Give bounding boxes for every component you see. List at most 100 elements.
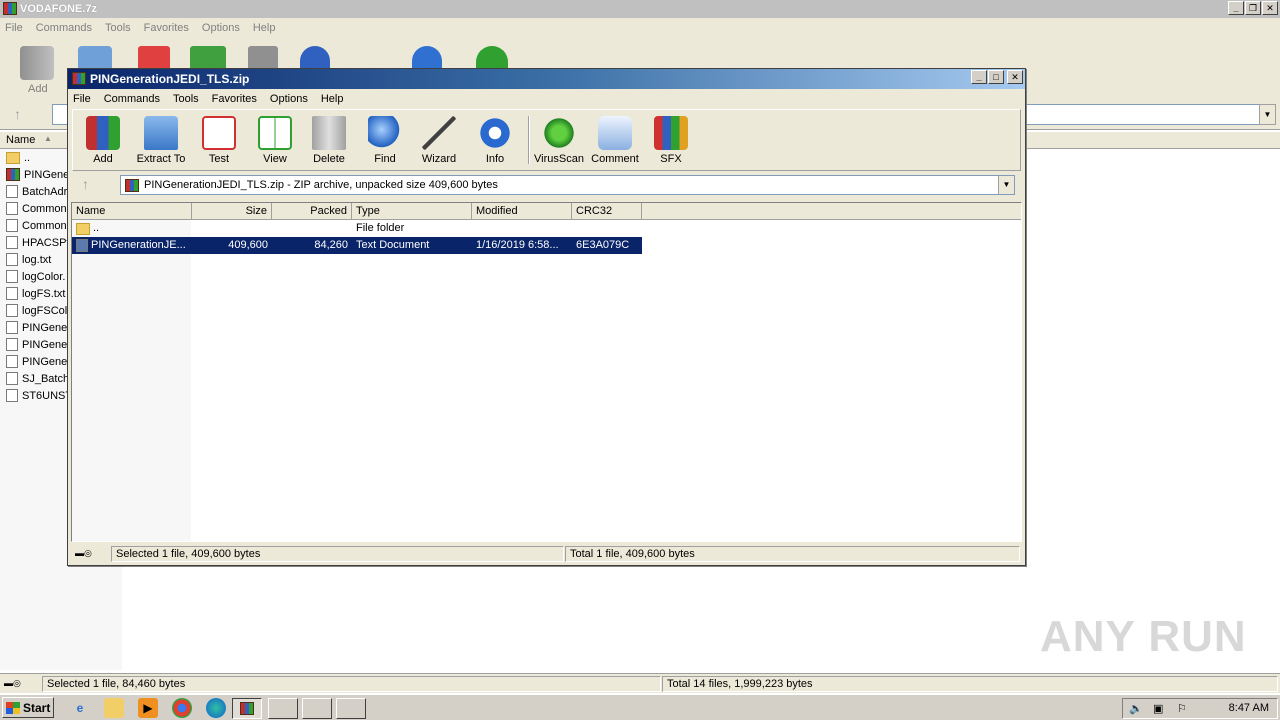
magnifier-icon[interactable] [300,46,330,68]
extract-folder-icon[interactable] [78,46,112,68]
clock[interactable]: 8:47 AM [1229,702,1269,714]
bg-file-row[interactable]: logFS.txt [6,285,65,302]
toolbar-sfx-button[interactable]: SFX [641,116,701,165]
background-window-titlebar[interactable]: VODAFONE.7z _ ❐ ✕ [0,0,1280,18]
bg-file-row[interactable]: logFSCol [6,302,67,319]
test-clipboard-icon[interactable] [138,46,170,68]
bg-menu-favorites[interactable]: Favorites [139,22,197,34]
close-button[interactable]: ✕ [1262,1,1278,15]
bg-file-row[interactable]: SJ_Batch [6,370,69,387]
toolbar-view-button[interactable]: View [245,116,305,165]
info-icon[interactable] [412,46,442,68]
taskbar-window-2[interactable] [302,698,332,719]
bg-file-row[interactable]: logColor. [6,268,65,285]
file-icon [6,355,18,368]
explorer-folder-icon[interactable] [104,698,124,718]
toolbar-wizard-button[interactable]: Wizard [409,116,469,165]
system-tray: 🔈 ▣ ⚐ 8:47 AM [1122,698,1278,719]
bg-file-row[interactable]: BatchAdr [6,183,67,200]
up-arrow-icon[interactable]: ↑ [14,106,21,122]
file-icon [6,270,18,283]
toolbar-info-button[interactable]: Info [465,116,525,165]
restore-button[interactable]: ❐ [1245,1,1261,15]
bg-file-row[interactable]: PINGene [6,166,69,183]
toolbar-delete-button[interactable]: Delete [299,116,359,165]
view-book-icon[interactable] [190,46,226,68]
bg-file-row[interactable]: log.txt [6,251,51,268]
column-header-type[interactable]: Type [352,203,472,220]
add-archive-icon[interactable] [20,46,54,80]
close-button[interactable]: ✕ [1007,70,1023,84]
taskbar-notepad[interactable] [336,698,366,719]
up-arrow-icon[interactable]: ↑ [82,176,89,192]
bg-file-row[interactable]: Common [6,217,67,234]
toolbar-add-button[interactable]: Add [73,116,133,165]
bg-menu-file[interactable]: File [0,22,31,34]
bg-file-row[interactable]: .. [6,149,30,166]
minimize-button[interactable]: _ [1228,1,1244,15]
menu-tools[interactable]: Tools [168,93,207,105]
menu-options[interactable]: Options [265,93,316,105]
virus-icon[interactable] [476,46,508,68]
menu-help[interactable]: Help [316,93,352,105]
toolbar-comment-button[interactable]: Comment [585,116,645,165]
bg-file-name: ST6UNST [22,389,73,402]
menu-commands[interactable]: Commands [99,93,168,105]
bg-file-name: SJ_Batch [22,372,70,385]
archive-toolbar: Add Extract To Test View Delete Find Wizard Inf… [72,109,1021,171]
column-header-size[interactable]: Size [192,203,272,220]
chevron-down-icon[interactable]: ▼ [998,176,1014,194]
media-player-icon[interactable]: ▶ [138,698,158,718]
bg-file-row[interactable]: HPACSPt [6,234,69,251]
bg-file-name: logFS.txt [22,287,66,300]
taskbar-winrar[interactable] [232,698,262,719]
bg-file-row[interactable]: Common [6,200,67,217]
network-icon[interactable]: ▣ [1153,702,1163,715]
volume-icon[interactable]: 🔈 [1129,702,1143,715]
flag-icon[interactable]: ⚐ [1177,702,1187,715]
name-column-bg [72,220,191,541]
bg-column-name[interactable]: Name [6,134,35,146]
column-header-crc32[interactable]: CRC32 [572,203,642,220]
toolbar-test-button[interactable]: Test [189,116,249,165]
cell-crc: 6E3A079C [576,239,630,251]
minimize-button[interactable]: _ [971,70,987,84]
chevron-down-icon[interactable]: ▼ [1259,104,1276,125]
toolbar-extract-to-button[interactable]: Extract To [131,116,191,165]
column-header-name[interactable]: Name [72,203,192,220]
bg-file-row[interactable]: PINGene [6,336,67,353]
start-button[interactable]: Start [2,697,54,718]
archive-address-bar: ↑ PINGenerationJEDI_TLS.zip - ZIP archiv… [72,173,1021,197]
bg-file-name: PINGene [22,338,68,351]
chrome-icon[interactable] [172,698,192,718]
windows-logo-icon [6,701,20,714]
column-header-packed[interactable]: Packed [272,203,352,220]
column-header-modified[interactable]: Modified [472,203,572,220]
bg-menu-commands[interactable]: Commands [31,22,100,34]
bg-file-row[interactable]: PINGene [6,319,67,336]
taskbar-window-1[interactable] [268,698,298,719]
trash-icon[interactable] [248,46,278,68]
bg-file-row[interactable]: PINGene [6,353,67,370]
toolbar-label: Wizard [421,153,457,165]
toolbar-find-button[interactable]: Find [355,116,415,165]
menu-favorites[interactable]: Favorites [207,93,265,105]
table-row[interactable]: PINGenerationJE... 409,600 84,260 Text Docu… [72,237,642,254]
table-row[interactable]: .. File folder [72,220,642,237]
menu-file[interactable]: File [68,93,99,105]
edge-icon[interactable] [206,698,226,718]
bg-menu-help[interactable]: Help [248,22,284,34]
add-archive-icon [86,116,120,150]
ie-icon[interactable]: e [70,698,90,718]
bg-menu-options[interactable]: Options [197,22,248,34]
bg-file-row[interactable]: ST6UNST [6,387,72,404]
bg-menu-tools[interactable]: Tools [100,22,139,34]
bg-file-name: logColor. [22,270,66,283]
archive-titlebar[interactable]: PINGenerationJEDI_TLS.zip _ □ ✕ [68,69,1025,89]
bg-file-name: HPACSPt [22,236,70,249]
archive-address-field[interactable]: PINGenerationJEDI_TLS.zip - ZIP archive,… [120,175,1015,195]
maximize-button[interactable]: □ [988,70,1004,84]
test-clipboard-icon [202,116,236,150]
toolbar-virusscan-button[interactable]: VirusScan [529,116,589,165]
folder-icon [6,151,20,164]
